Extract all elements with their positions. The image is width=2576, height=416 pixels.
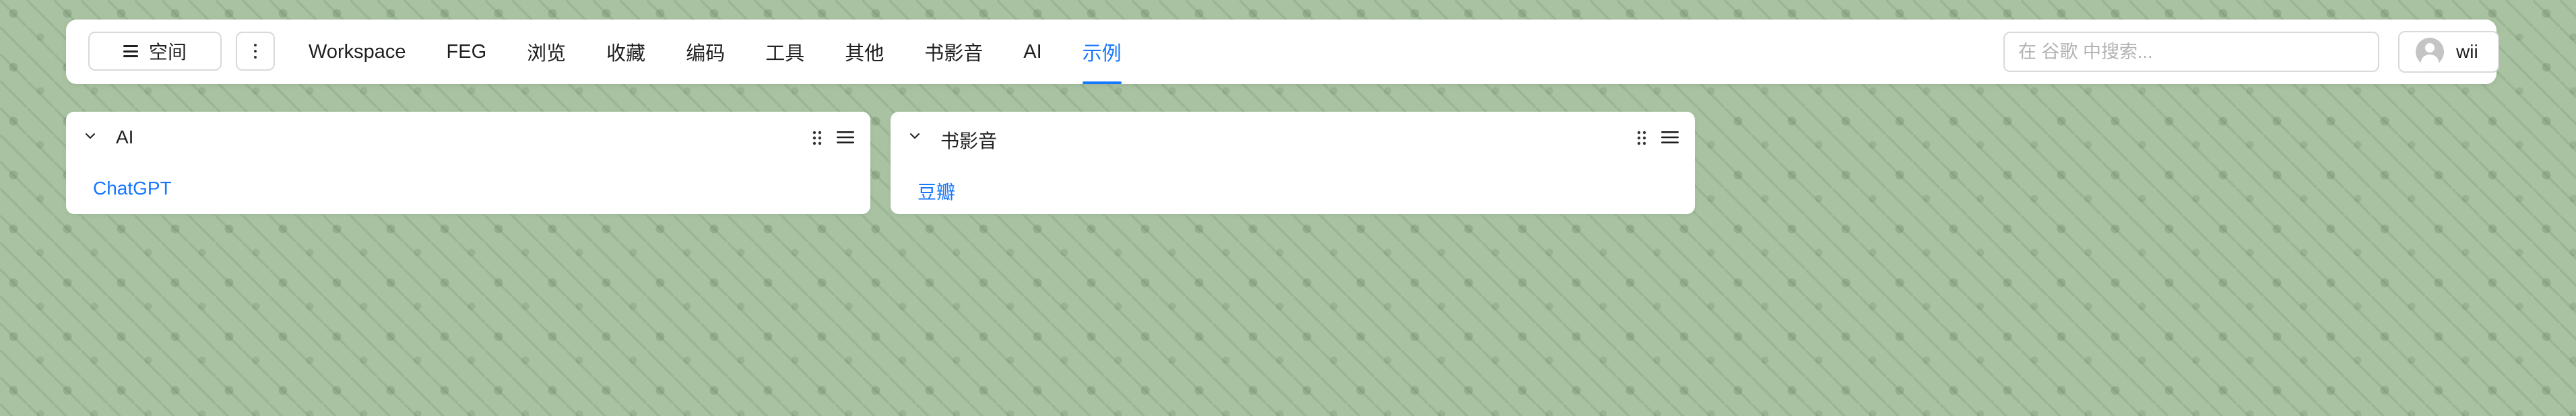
card-menu-icon[interactable] (837, 131, 854, 144)
top-nav-bar: 空间 Workspace FEG 浏览 收藏 编码 工具 其他 书影音 AI 示… (66, 20, 2499, 84)
user-name: wii (2456, 41, 2478, 62)
tab-workspace[interactable]: Workspace (288, 20, 426, 84)
tab-feg[interactable]: FEG (426, 20, 507, 84)
card-menu-icon[interactable] (1661, 131, 1679, 144)
card-ai: AI ChatGPT (66, 112, 870, 214)
avatar-icon (2416, 38, 2444, 66)
card-media: 书影音 豆瓣 (891, 112, 1695, 214)
tab-tools[interactable]: 工具 (745, 20, 825, 84)
tab-favorites[interactable]: 收藏 (586, 20, 666, 84)
search-input[interactable] (2003, 32, 2379, 72)
drag-handle-icon[interactable] (1636, 130, 1648, 146)
tab-coding[interactable]: 编码 (666, 20, 745, 84)
user-menu-button[interactable]: wii (2398, 31, 2499, 73)
chevron-down-icon[interactable] (85, 131, 96, 141)
card-header: 书影音 (891, 112, 1695, 163)
drag-handle-icon[interactable] (811, 130, 823, 146)
menu-icon (123, 45, 138, 57)
more-options-button[interactable] (236, 32, 275, 71)
vertical-dots-icon (254, 44, 257, 46)
tab-browse[interactable]: 浏览 (507, 20, 586, 84)
tab-other[interactable]: 其他 (825, 20, 904, 84)
tab-ai[interactable]: AI (1003, 20, 1062, 84)
link-douban[interactable]: 豆瓣 (917, 178, 955, 205)
tab-bar: Workspace FEG 浏览 收藏 编码 工具 其他 书影音 AI 示例 (288, 20, 1142, 84)
space-menu-button[interactable]: 空间 (88, 32, 222, 71)
card-header: AI (66, 112, 870, 163)
link-chatgpt[interactable]: ChatGPT (93, 178, 172, 199)
chevron-down-icon[interactable] (909, 131, 920, 141)
card-title: AI (116, 127, 134, 147)
tab-examples[interactable]: 示例 (1062, 20, 1142, 84)
card-title: 书影音 (940, 131, 998, 151)
tab-media[interactable]: 书影音 (904, 20, 1003, 84)
space-button-label: 空间 (148, 42, 187, 63)
